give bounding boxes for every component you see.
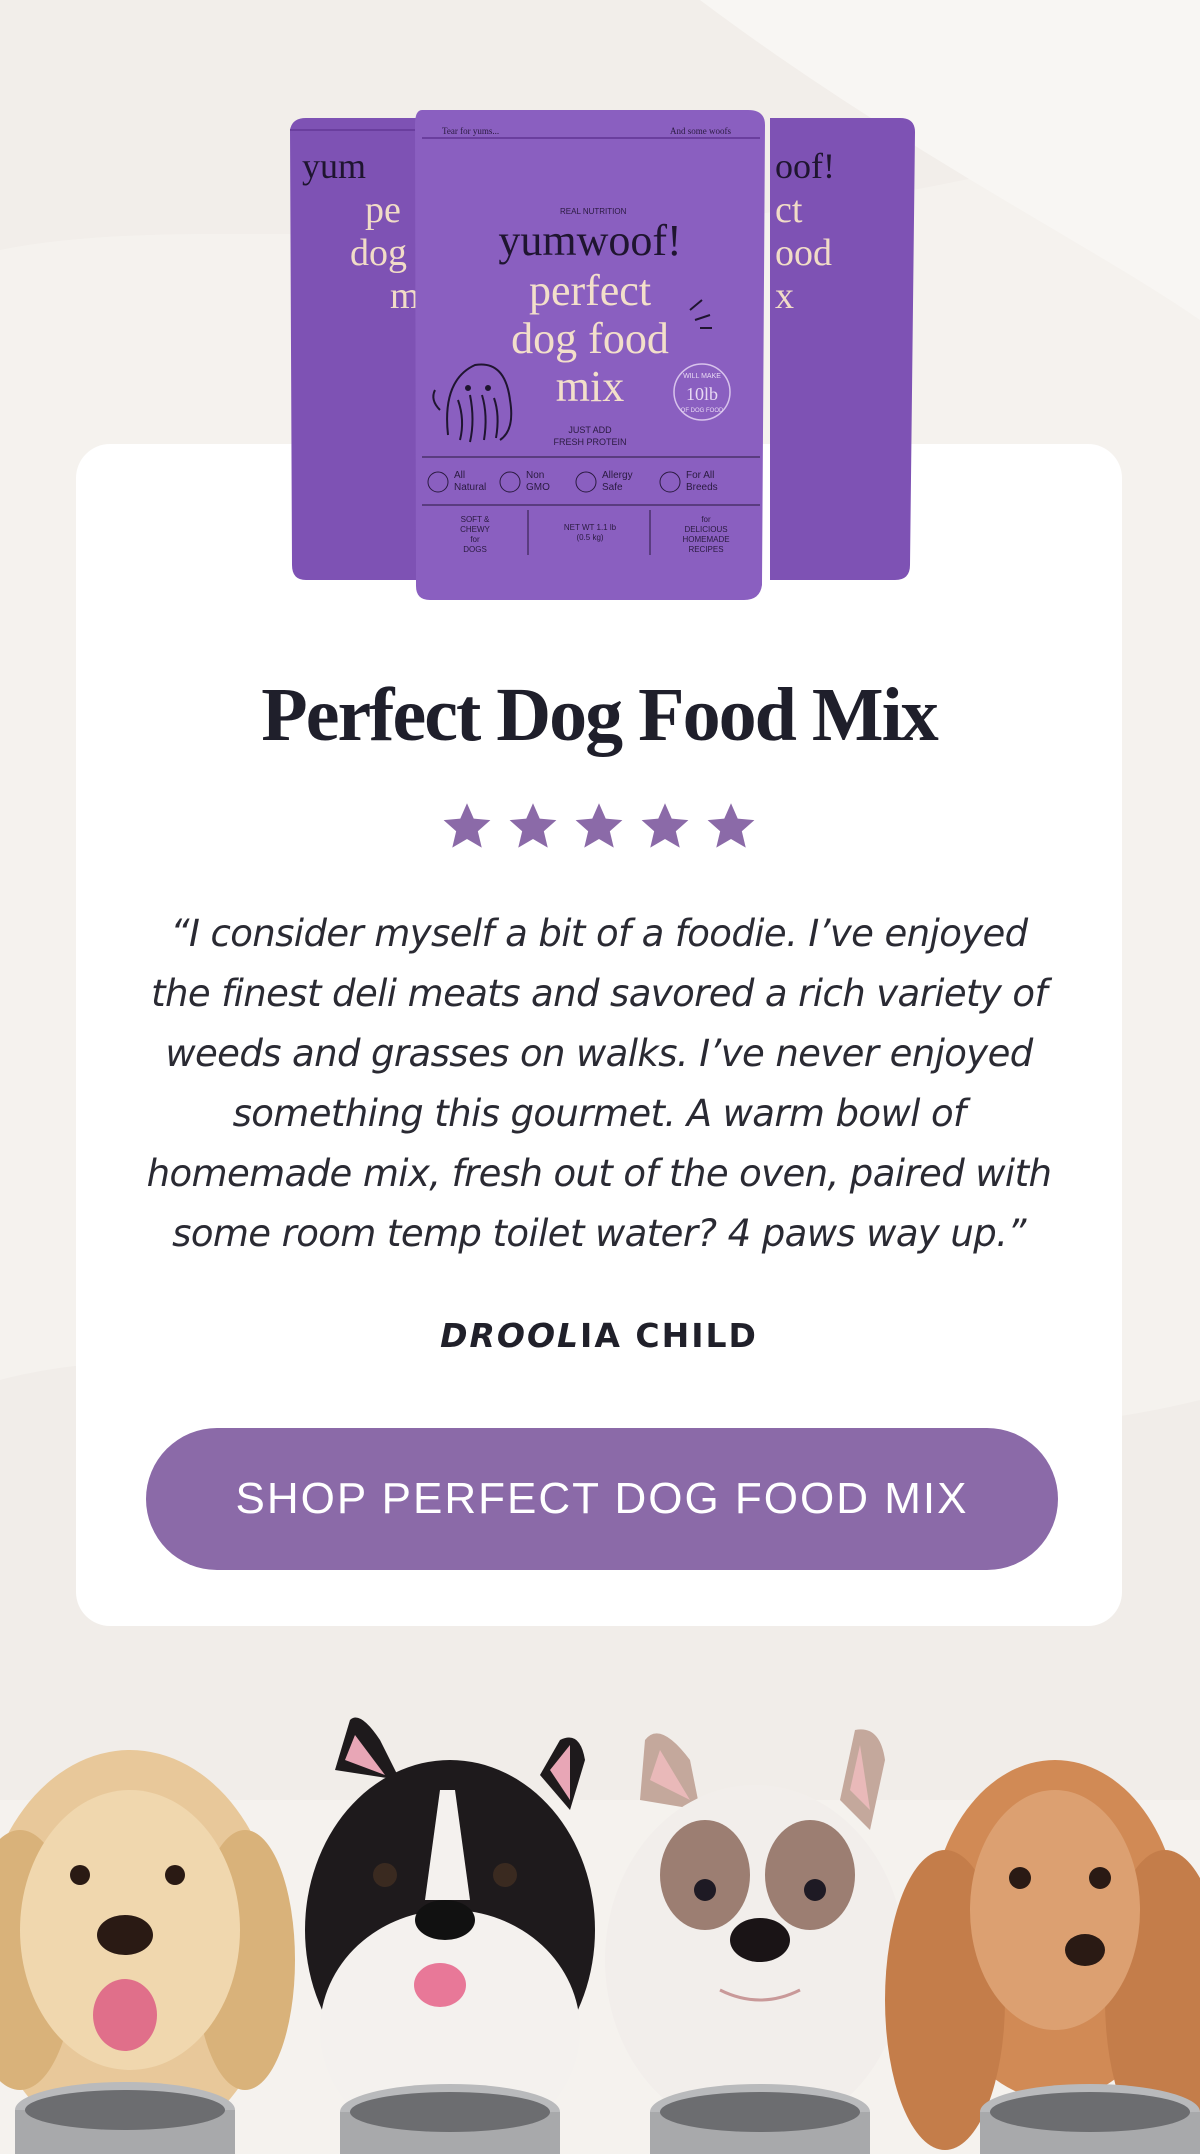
shop-now-button[interactable]: SHOP PERFECT DOG FOOD MIX [146,1428,1058,1570]
svg-text:RECIPES: RECIPES [688,545,723,554]
svg-text:mix: mix [556,362,624,411]
testimonial-quote: “I consider myself a bit of a foodie. I’… [146,912,1052,1255]
svg-text:yumwoof!: yumwoof! [498,216,681,265]
svg-text:m: m [390,275,420,317]
svg-text:perfect: perfect [529,266,651,315]
bag-back-right: oof! ct ood x [770,118,915,580]
svg-text:pe: pe [365,189,401,231]
svg-text:WILL MAKE: WILL MAKE [683,373,721,380]
svg-text:ood: ood [775,232,832,274]
svg-text:Natural: Natural [454,482,486,493]
svg-text:All: All [454,470,465,481]
svg-text:Safe: Safe [602,482,623,493]
svg-text:Breeds: Breeds [686,482,718,493]
svg-text:for: for [470,535,480,544]
svg-text:oof!: oof! [775,146,835,186]
svg-text:dog food: dog food [511,314,669,363]
svg-text:10lb: 10lb [686,384,718,404]
food-bowls [15,2082,1200,2154]
star-icon [509,803,557,848]
svg-text:dog: dog [350,232,407,274]
svg-text:Tear for yums...: Tear for yums... [442,126,499,136]
rating-stars [76,800,1122,852]
svg-text:NET WT 1.1 lb: NET WT 1.1 lb [564,523,617,532]
star-icon [443,803,491,848]
svg-text:ct: ct [775,189,803,231]
svg-text:Non: Non [526,470,544,481]
dogs-with-bowls-image [0,1717,1200,2154]
svg-text:And some woofs: And some woofs [670,126,731,136]
product-bags-image: yum pe dog m oof! ct ood x Tear for yums… [290,110,915,600]
svg-text:(0.5 kg): (0.5 kg) [576,533,603,542]
svg-text:DOGS: DOGS [463,545,487,554]
star-icon [575,803,623,848]
testimonial-author: DROOLIA CHILD [76,1316,1122,1355]
svg-text:For All: For All [686,470,714,481]
author-name-italic: DROOL [440,1316,581,1355]
svg-text:JUST ADD: JUST ADD [568,425,612,435]
svg-text:GMO: GMO [526,482,550,493]
svg-text:FRESH PROTEIN: FRESH PROTEIN [553,437,626,447]
bag-front: Tear for yums... And some woofs REAL NUT… [415,110,765,600]
svg-text:REAL NUTRITION: REAL NUTRITION [560,207,627,216]
svg-text:SOFT &: SOFT & [461,515,490,524]
svg-text:CHEWY: CHEWY [460,525,490,534]
svg-text:DELICIOUS: DELICIOUS [684,525,727,534]
svg-text:for: for [701,515,711,524]
svg-text:HOMEMADE: HOMEMADE [682,535,729,544]
white-french-bulldog [605,1729,905,2135]
author-name-rest: IA CHILD [580,1316,758,1355]
bag-back-left: yum pe dog m [290,118,420,580]
svg-text:Allergy: Allergy [602,470,633,481]
product-title: Perfect Dog Food Mix [261,673,938,757]
svg-text:x: x [775,275,794,317]
svg-text:OF DOG FOOD: OF DOG FOOD [681,408,724,414]
svg-text:yum: yum [302,146,366,186]
star-icon [707,803,755,848]
star-icon [641,803,689,848]
